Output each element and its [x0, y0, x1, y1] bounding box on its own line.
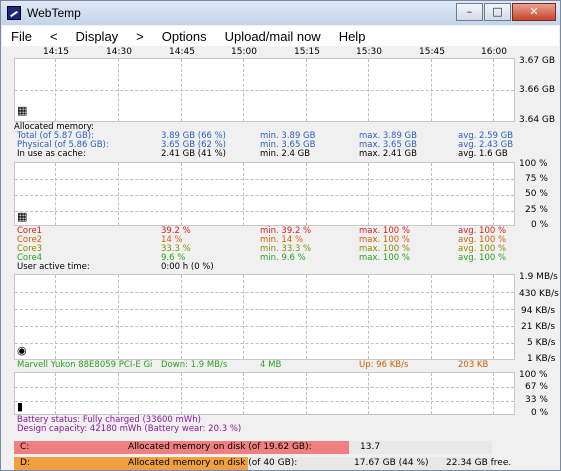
- menu-forward[interactable]: >: [127, 29, 153, 44]
- network-axis-label: 94 KB/s: [521, 306, 556, 316]
- time-label: 15:30: [356, 47, 382, 57]
- network-info: Marvell Yukon 88E8059 PCI-E Gi Down: 1.9…: [14, 361, 492, 371]
- cpu-axis-label: 100 %: [519, 159, 548, 169]
- battery-axis-label: 100 %: [519, 370, 548, 380]
- network-axis-label: 5 KB/s: [527, 338, 556, 348]
- battery-graph: ▮: [14, 372, 515, 415]
- memory-chip-icon: ▦: [17, 104, 28, 117]
- battery-capacity: Design capacity: 42180 mWh (Battery wear…: [17, 424, 242, 434]
- battery-axis-label: 33 %: [525, 395, 548, 405]
- network-axis-label: 21 KB/s: [521, 322, 556, 332]
- webtemp-window: WebTemp – □ ✕ File < Display > Options U…: [0, 0, 561, 471]
- network-up-total: 203 KB: [458, 360, 489, 370]
- memory-axis-label: 3.64 GB: [519, 115, 556, 125]
- battery-axis-label: 67 %: [525, 382, 548, 392]
- memory-axis-label: 3.67 GB: [519, 56, 556, 66]
- menu-options[interactable]: Options: [153, 29, 216, 44]
- menu-upload[interactable]: Upload/mail now: [216, 29, 330, 44]
- menu-help[interactable]: Help: [330, 29, 375, 44]
- memory-axis-label: 3.66 GB: [519, 85, 556, 95]
- cpu-info: Core1 39.2 % min. 39.2 % max. 100 % avg.…: [17, 226, 507, 272]
- disk-c-letter: C:: [20, 442, 30, 452]
- disk-d-letter: D:: [20, 458, 30, 468]
- window-controls: – □ ✕: [455, 3, 556, 21]
- disk-d-value: 17.67 GB (44 %): [354, 458, 429, 468]
- disk-c-value: 13.7: [360, 442, 381, 452]
- cpu-axis-label: 50 %: [525, 189, 548, 199]
- time-label: 14:45: [169, 47, 195, 57]
- network-axis-label: 1 KB/s: [527, 354, 556, 364]
- disk-c-bar: C: Allocated memory on disk (of 19.62 GB…: [14, 441, 492, 454]
- menu-display[interactable]: Display: [67, 29, 128, 44]
- network-up: Up: 96 KB/s: [359, 360, 409, 370]
- time-label: 14:15: [43, 47, 69, 57]
- time-label: 15:45: [419, 47, 445, 57]
- battery-info: Battery status: Fully charged (33600 mWh…: [14, 416, 492, 435]
- network-graph: ◉: [14, 274, 515, 360]
- menu-bar: File < Display > Options Upload/mail now…: [2, 26, 559, 46]
- disk-c-label: Allocated memory on disk (of 19.62 GB):: [128, 442, 312, 452]
- network-axis-label: 1.9 MB/s: [519, 272, 558, 282]
- time-axis: 14:15 14:30 14:45 15:00 15:15 15:30 15:4…: [2, 46, 559, 58]
- cpu-axis-label: 75 %: [525, 174, 548, 184]
- network-down-total: 4 MB: [260, 360, 282, 370]
- minimize-button[interactable]: –: [456, 3, 483, 21]
- cpu-graph: ▦: [14, 162, 515, 226]
- cpu-chip-icon: ▦: [17, 210, 28, 223]
- webtemp-app-icon: [7, 6, 21, 20]
- window-title: WebTemp: [27, 6, 81, 20]
- network-antenna-icon: ◉: [17, 344, 27, 357]
- disk-d-free: 22.34 GB free.: [446, 458, 512, 468]
- menu-file[interactable]: File: [2, 29, 41, 44]
- cpu-axis-label: 25 %: [525, 205, 548, 215]
- maximize-button[interactable]: □: [484, 3, 511, 21]
- memory-graph: ▦: [14, 58, 515, 122]
- time-label: 16:00: [481, 47, 507, 57]
- network-adapter: Marvell Yukon 88E8059 PCI-E Gi: [17, 360, 153, 370]
- close-button[interactable]: ✕: [512, 3, 556, 21]
- battery-axis-label: 0 %: [531, 408, 549, 418]
- time-label: 14:30: [106, 47, 132, 57]
- time-label: 15:00: [231, 47, 257, 57]
- menu-back[interactable]: <: [41, 29, 67, 44]
- network-axis-label: 430 KB/s: [519, 289, 559, 299]
- cpu-axis-label: 0 %: [531, 220, 549, 230]
- title-bar[interactable]: WebTemp – □ ✕: [1, 1, 560, 25]
- memory-info: Allocated memory: Total (of 5.87 GB): 3.…: [14, 122, 514, 159]
- disk-d-bar: D: Allocated memory on disk (of 40 GB): …: [14, 457, 511, 470]
- time-label: 15:15: [294, 47, 320, 57]
- disk-d-label: Allocated memory on disk (of 40 GB):: [128, 458, 298, 468]
- network-down: Down: 1.9 MB/s: [161, 360, 228, 370]
- battery-icon: ▮: [17, 400, 24, 413]
